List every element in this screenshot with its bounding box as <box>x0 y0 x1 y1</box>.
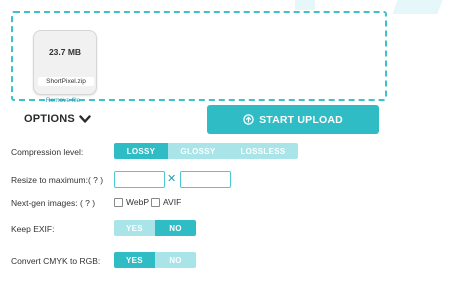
file-preview-card: 23.7 MB ShortPixel.zip <box>33 30 97 95</box>
file-size: 23.7 MB <box>48 47 82 57</box>
file-name: ShortPixel.zip <box>38 77 94 86</box>
webp-checkbox[interactable] <box>114 198 123 207</box>
avif-checkbox[interactable] <box>151 198 160 207</box>
compression-option-glossy[interactable]: GLOSSY <box>168 143 228 159</box>
convert-cmyk-toggle: YES NO <box>114 252 196 268</box>
resize-width-input[interactable] <box>114 171 165 188</box>
resize-height-input[interactable] <box>180 171 231 188</box>
avif-label: AVIF <box>163 197 182 207</box>
upload-circle-icon <box>243 114 254 125</box>
chevron-down-icon <box>79 115 91 123</box>
options-label: OPTIONS <box>24 113 75 125</box>
compression-level-label: Compression level: <box>11 147 84 157</box>
keep-exif-toggle: YES NO <box>114 220 196 236</box>
options-toggle[interactable]: OPTIONS <box>24 113 91 125</box>
remove-file-link[interactable]: Remove file <box>33 97 93 104</box>
webp-label: WebP <box>126 197 149 207</box>
next-gen-images-label: Next-gen images: ( ? ) <box>11 198 96 208</box>
start-upload-label: START UPLOAD <box>259 113 343 126</box>
background-shape <box>392 0 443 14</box>
keep-exif-no-button[interactable]: NO <box>155 220 196 236</box>
resize-label: Resize to maximum:( ? ) <box>11 175 104 185</box>
keep-exif-yes-button[interactable]: YES <box>114 220 155 236</box>
resize-separator: ✕ <box>167 173 177 185</box>
convert-cmyk-label: Convert CMYK to RGB: <box>11 256 101 266</box>
file-dropzone[interactable]: 23.7 MB ShortPixel.zip Remove file <box>11 11 387 104</box>
compression-option-lossy[interactable]: LOSSY <box>114 143 168 159</box>
convert-cmyk-no-button[interactable]: NO <box>155 252 196 268</box>
start-upload-button[interactable]: START UPLOAD <box>207 105 379 134</box>
keep-exif-label: Keep EXIF: <box>11 224 55 234</box>
compression-level-selector: LOSSY GLOSSY LOSSLESS <box>114 143 298 159</box>
background-shape <box>295 0 315 10</box>
convert-cmyk-yes-button[interactable]: YES <box>114 252 155 268</box>
compression-option-lossless[interactable]: LOSSLESS <box>228 143 298 159</box>
